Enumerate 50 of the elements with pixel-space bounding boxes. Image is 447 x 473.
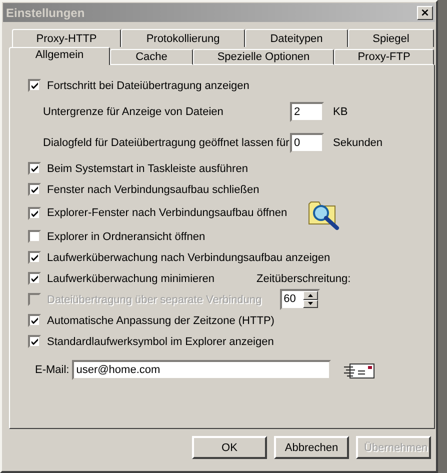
tab[interactable]: Protokollierung	[121, 29, 245, 47]
checkbox-label: Explorer in Ordneransicht öffnen	[47, 230, 206, 242]
up-arrow-icon	[308, 294, 313, 297]
checkbox[interactable]	[28, 272, 41, 285]
checkmark-icon	[30, 253, 39, 262]
checkbox-label: Standardlaufwerksymbol im Explorer anzeigen	[47, 336, 274, 348]
tab[interactable]: Dateitypen	[245, 29, 348, 47]
close-button[interactable]: ×	[417, 6, 433, 20]
dialog-button[interactable]: OK	[192, 436, 267, 459]
number-field[interactable]: 0	[290, 132, 324, 152]
checkbox[interactable]	[28, 183, 41, 196]
window-title: Einstellungen	[6, 6, 85, 20]
checkmark-icon	[30, 316, 39, 325]
checkbox[interactable]	[28, 335, 41, 348]
tab[interactable]: Spiegel	[348, 29, 434, 47]
checkbox-label: Beim Systemstart in Taskleiste ausführen	[47, 162, 248, 174]
checkmark-icon	[30, 274, 39, 283]
checkmark-icon	[30, 185, 39, 194]
checkbox[interactable]	[28, 162, 41, 175]
checkbox-label: Laufwerküberwachung minimieren	[47, 272, 215, 284]
checkmark-icon	[30, 81, 39, 90]
checkmark-icon	[30, 337, 39, 346]
tab[interactable]: Proxy-HTTP	[12, 29, 121, 47]
tab[interactable]: Allgemein	[9, 47, 110, 65]
checkbox-label: Laufwerküberwachung nach Verbindungsaufbau anzeigen	[47, 252, 330, 264]
checkbox[interactable]	[28, 230, 41, 243]
checkbox-label: Automatische Anpassung der Zeitzone (HTTP)	[47, 314, 274, 326]
tab[interactable]: Proxy-FTP	[334, 49, 434, 65]
dialog-button[interactable]: Abbrechen	[274, 436, 349, 459]
email-field[interactable]: user@home.com	[72, 360, 332, 380]
checkbox[interactable]	[28, 206, 41, 220]
unit-label: KB	[333, 106, 348, 118]
checkbox[interactable]	[28, 314, 41, 327]
down-arrow-icon	[308, 302, 313, 306]
email-label: E-Mail:	[35, 364, 70, 376]
checkbox-label: Fortschritt bei Dateiübertragung anzeigen	[47, 80, 250, 92]
checkbox-label: Fenster nach Verbindungsaufbau schließen	[47, 184, 260, 196]
envelope-icon	[343, 361, 376, 379]
checkbox-label: Explorer-Fenster nach Verbindungsaufbau öffnen	[47, 207, 288, 219]
checkmark-icon	[30, 208, 39, 218]
field-label: Dialogfeld für Dateiübertragung geöffnet lassen für	[43, 136, 290, 148]
tab[interactable]: Spezielle Optionen	[193, 49, 334, 65]
unit-label: Sekunden	[333, 136, 383, 148]
number-field[interactable]: 2	[290, 102, 324, 122]
timeout-label: Zeitüberschreitung:	[256, 272, 351, 284]
tab[interactable]: Cache	[110, 49, 193, 65]
checkbox[interactable]	[28, 79, 41, 92]
field-label: Untergrenze für Anzeige von Dateien	[43, 106, 224, 118]
checkmark-icon	[30, 164, 39, 173]
checkbox[interactable]	[28, 251, 41, 264]
